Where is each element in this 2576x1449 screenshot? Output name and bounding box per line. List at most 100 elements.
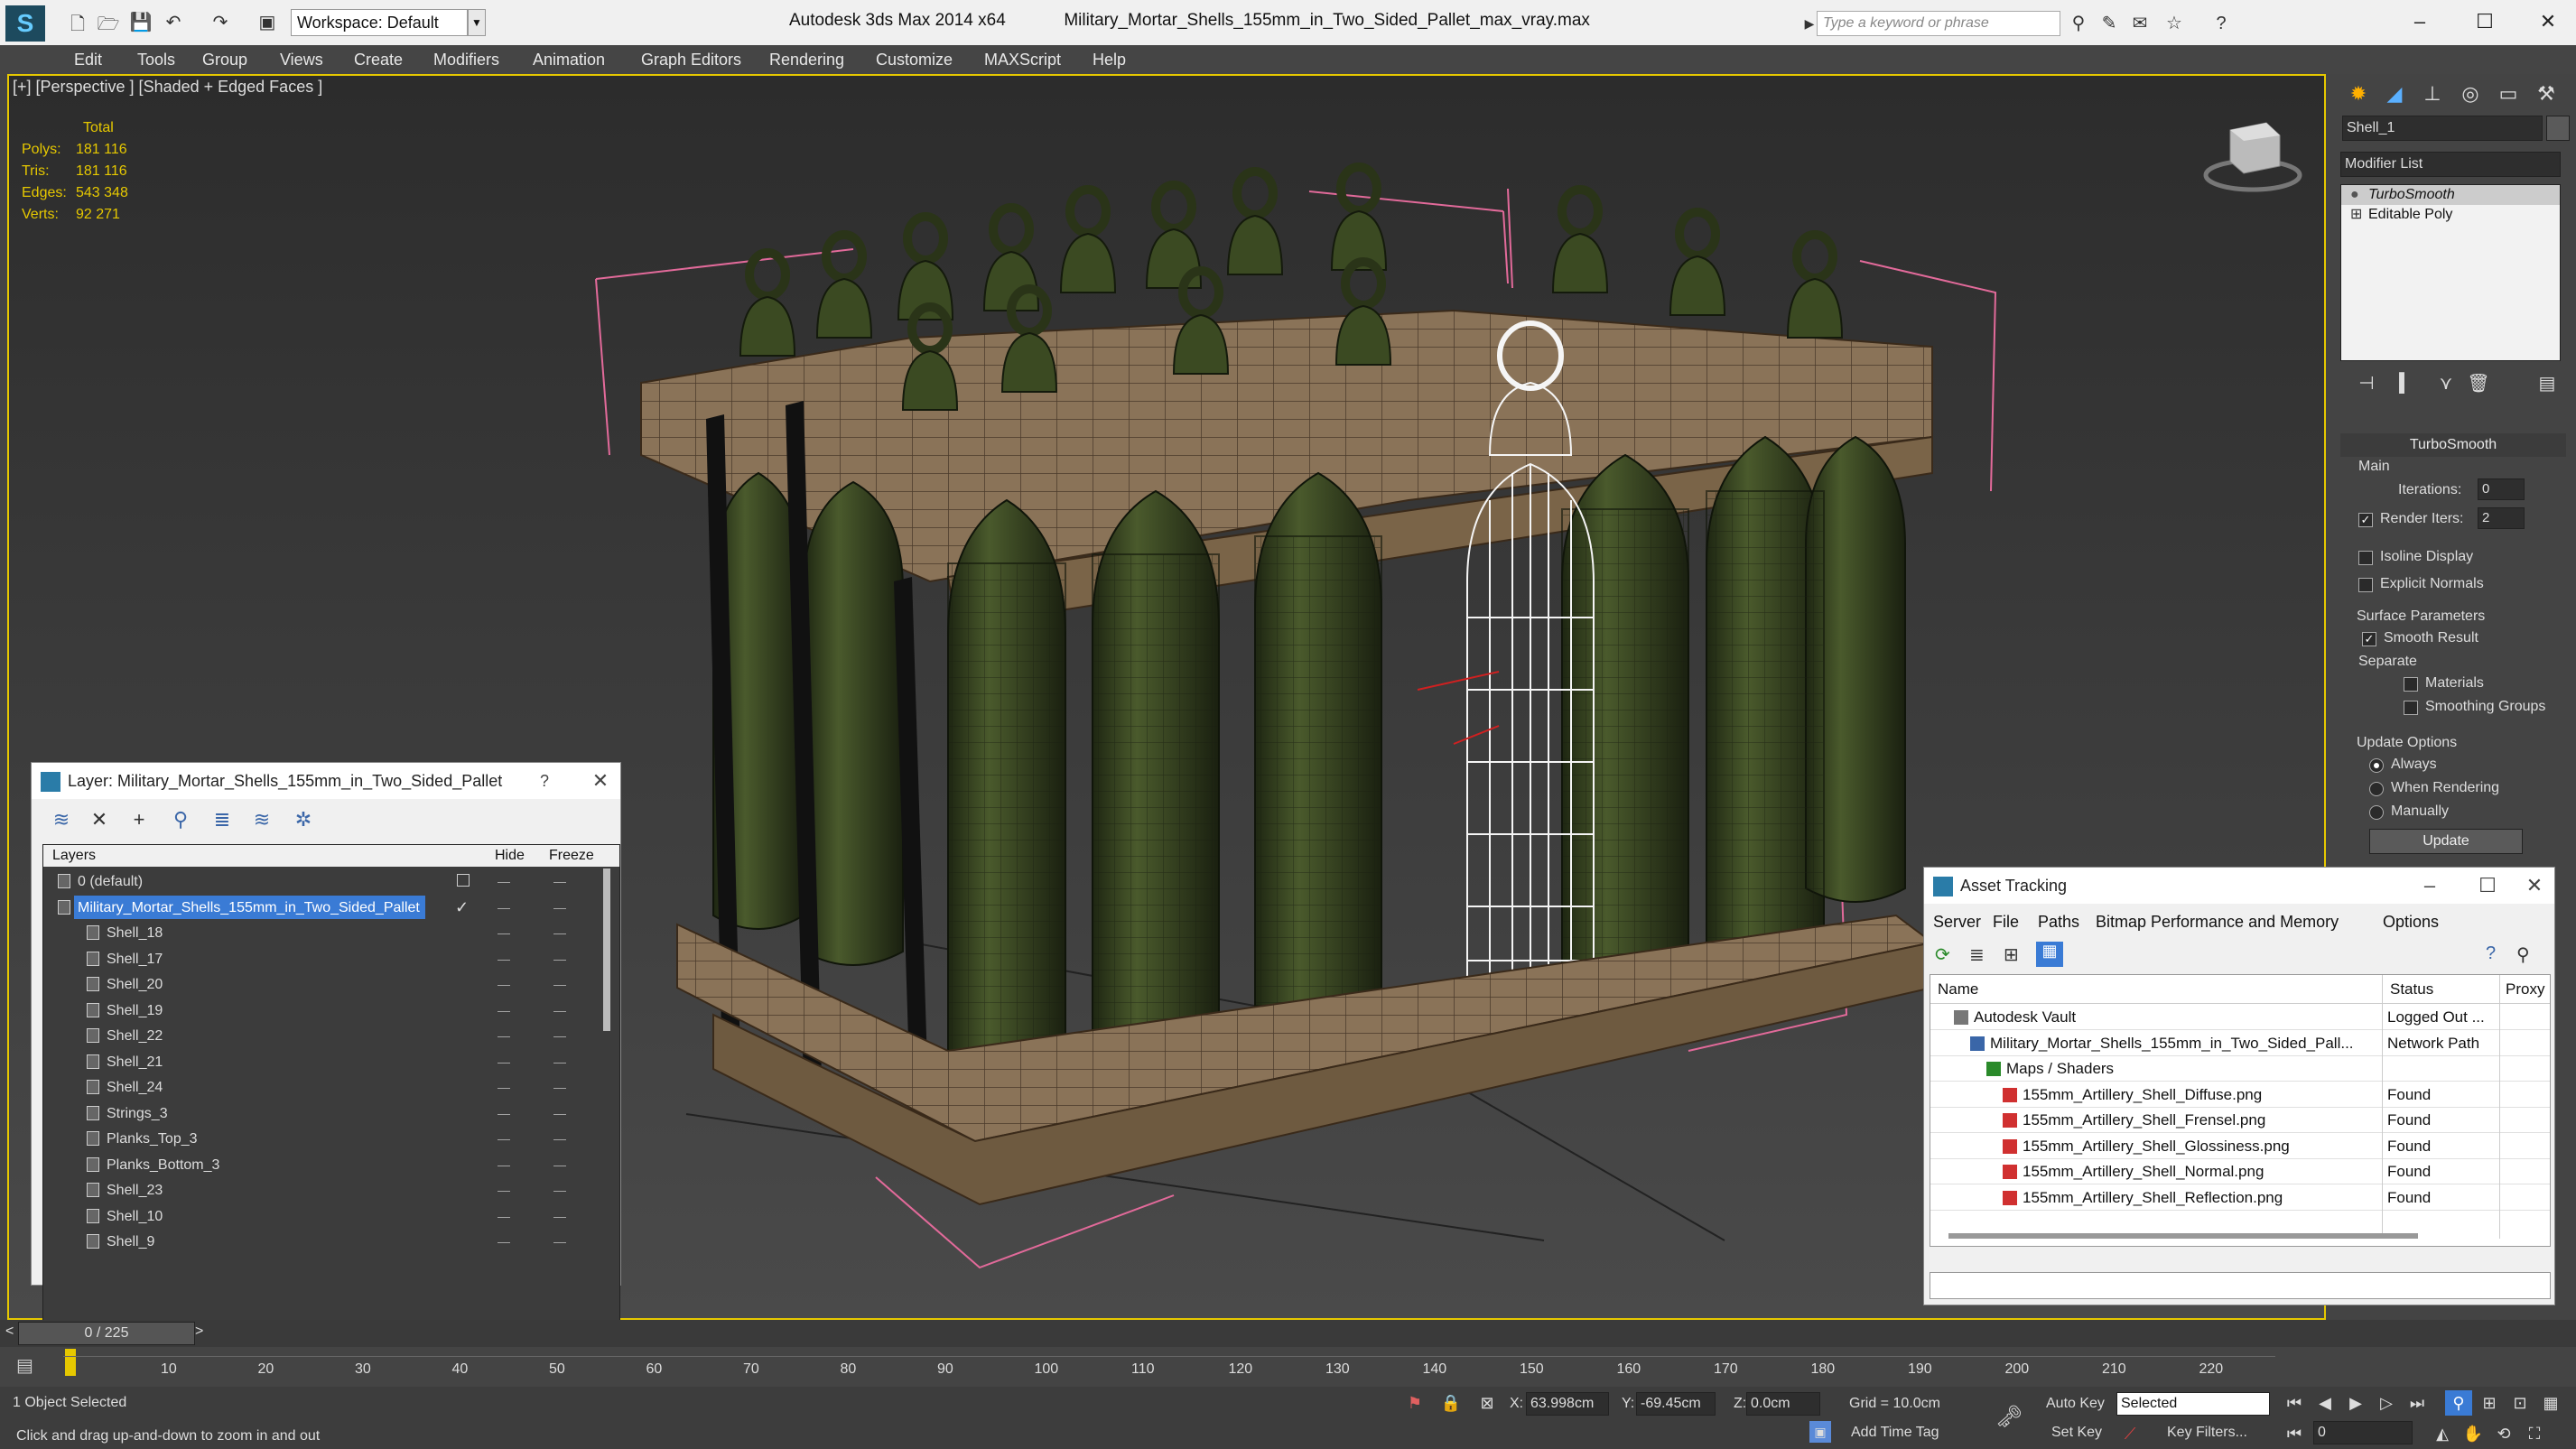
maximize-viewport-icon[interactable]: ⛶	[2521, 1421, 2548, 1446]
asset-hscrollbar[interactable]	[1948, 1233, 2418, 1239]
hierarchy-tab-icon[interactable]: ⊥	[2416, 78, 2449, 110]
freeze-toggle[interactable]: —	[551, 1023, 569, 1048]
configure-sets-icon[interactable]: ▤	[2534, 370, 2561, 397]
current-frame-field[interactable]: 0	[2313, 1421, 2413, 1444]
object-color-swatch[interactable]	[2546, 116, 2570, 141]
smooth-result-checkbox[interactable]: ✓	[2362, 632, 2376, 646]
refresh-icon[interactable]: ⟳	[1935, 943, 1957, 965]
open-file-icon[interactable]: 🗁	[96, 11, 121, 34]
bulb-icon[interactable]: ●	[2350, 185, 2359, 205]
hide-all-layers-icon[interactable]: ≋	[248, 806, 275, 833]
zoom-extents-all-icon[interactable]: ▦	[2537, 1390, 2564, 1416]
hide-toggle[interactable]: —	[495, 998, 513, 1023]
layer-row[interactable]: 0 (default) — —	[43, 868, 603, 894]
orbit-icon[interactable]: ⟲	[2490, 1421, 2517, 1446]
new-file-icon[interactable]: 🗋	[65, 11, 90, 34]
current-frame-marker[interactable]	[65, 1349, 76, 1376]
layer-row[interactable]: Shell_10 — —	[43, 1203, 603, 1229]
manually-radio[interactable]	[2369, 805, 2384, 820]
explicit-normals-checkbox[interactable]	[2358, 578, 2373, 592]
list-view-icon[interactable]: ≣	[1969, 943, 1991, 965]
modifier-stack[interactable]: ● TurboSmooth ⊞ Editable Poly	[2340, 184, 2561, 361]
asset-row[interactable]: 155mm_Artillery_Shell_Frensel.png Found	[1930, 1107, 2550, 1133]
asset-menu-file[interactable]: File	[1993, 913, 2019, 932]
show-end-result-icon[interactable]: ▍	[2393, 370, 2420, 397]
stack-item-editable-poly[interactable]: ⊞ Editable Poly	[2341, 205, 2560, 225]
hide-toggle[interactable]: —	[495, 868, 513, 894]
freeze-toggle[interactable]: —	[551, 1177, 569, 1203]
asset-pin-icon[interactable]: ⚲	[2516, 943, 2530, 966]
hide-toggle[interactable]: —	[495, 1229, 513, 1254]
layer-row[interactable]: Shell_23 — —	[43, 1177, 603, 1203]
col-proxy[interactable]: Proxy	[2499, 975, 2544, 1004]
layer-row-label[interactable]: Shell_10	[103, 1204, 168, 1228]
tree-view-icon[interactable]: ⊞	[2004, 943, 2025, 965]
menu-group[interactable]: Group	[202, 51, 247, 70]
undo-icon[interactable]: ↶	[161, 11, 186, 34]
x-coord-field[interactable]: 63.998cm	[1526, 1392, 1609, 1416]
next-frame-icon[interactable]: ▷	[2373, 1390, 2400, 1416]
remove-modifier-icon[interactable]: 🗑	[2465, 370, 2492, 397]
asset-row[interactable]: 155mm_Artillery_Shell_Normal.png Found	[1930, 1158, 2550, 1184]
time-slider-thumb[interactable]: 0 / 225	[18, 1322, 195, 1345]
add-to-layer-icon[interactable]: +	[126, 806, 153, 833]
set-key-button[interactable]: Set Key	[2051, 1425, 2102, 1441]
create-tab-icon[interactable]: ✹	[2342, 78, 2375, 110]
time-prev-icon[interactable]: <	[5, 1324, 14, 1340]
time-tag-icon[interactable]: ▣	[1809, 1421, 1831, 1443]
selection-lock-icon[interactable]: 🔒	[1437, 1390, 1465, 1416]
asset-row[interactable]: 155mm_Artillery_Shell_Diffuse.png Found	[1930, 1082, 2550, 1108]
layer-row-label[interactable]: Planks_Bottom_3	[103, 1153, 225, 1176]
layer-row-label[interactable]: Shell_23	[103, 1178, 168, 1202]
project-folder-icon[interactable]: ▣	[255, 11, 280, 34]
time-next-icon[interactable]: >	[195, 1324, 203, 1340]
make-unique-icon[interactable]: ⋎	[2432, 370, 2460, 397]
layer-row[interactable]: Shell_18 — —	[43, 920, 603, 945]
set-key-mode-icon[interactable]: 🗝	[1995, 1405, 2023, 1430]
turbosmooth-rollout-header[interactable]: TurboSmooth	[2340, 433, 2566, 457]
freeze-toggle[interactable]: —	[551, 971, 569, 997]
binoculars-icon[interactable]: ⚲	[2066, 11, 2091, 36]
track-bar[interactable]: ▤ 10 20 30 40 50 60 70 80 90 100 110 120 130 140 150 16…	[0, 1347, 2576, 1387]
menu-customize[interactable]: Customize	[876, 51, 953, 70]
create-layer-icon[interactable]: ≋	[48, 806, 75, 833]
add-time-tag[interactable]: Add Time Tag	[1851, 1425, 1939, 1441]
pin-stack-icon[interactable]: ⊣	[2353, 370, 2380, 397]
subscription-icon[interactable]: ✎	[2097, 11, 2122, 36]
minimize-button[interactable]: –	[2400, 7, 2440, 36]
search-input[interactable]: Type a keyword or phrase	[1817, 11, 2060, 36]
update-button[interactable]: Update	[2369, 829, 2523, 854]
layer-help-button[interactable]: ?	[526, 763, 563, 799]
utilities-tab-icon[interactable]: ⚒	[2530, 78, 2562, 110]
hide-toggle[interactable]: —	[495, 946, 513, 971]
iterations-spinner[interactable]: 0	[2478, 478, 2525, 500]
freeze-toggle[interactable]: —	[551, 1203, 569, 1229]
hide-toggle[interactable]: —	[495, 971, 513, 997]
layer-row[interactable]: Shell_19 — —	[43, 998, 603, 1023]
modifier-list-dropdown[interactable]: Modifier List	[2340, 152, 2561, 177]
layer-row-label[interactable]: Shell_24	[103, 1075, 168, 1099]
app-logo-icon[interactable]: S	[5, 5, 45, 42]
asset-help-icon[interactable]: ?	[2486, 943, 2496, 964]
menu-edit[interactable]: Edit	[74, 51, 102, 70]
freeze-toggle[interactable]: —	[551, 946, 569, 971]
plus-icon[interactable]: ⊞	[2350, 205, 2362, 225]
isoline-checkbox[interactable]	[2358, 551, 2373, 565]
col-status[interactable]: Status	[2382, 975, 2433, 1004]
help-icon[interactable]: ?	[2209, 11, 2234, 36]
key-filters-button[interactable]: Key Filters...	[2167, 1425, 2247, 1441]
freeze-all-layers-icon[interactable]: ✲	[290, 806, 317, 833]
hide-toggle[interactable]: —	[495, 1126, 513, 1151]
layer-row-label[interactable]: Military_Mortar_Shells_155mm_in_Two_Side…	[74, 895, 425, 919]
layer-row[interactable]: Shell_20 — —	[43, 971, 603, 997]
mini-curve-editor-icon[interactable]: ▤	[16, 1354, 43, 1378]
hide-toggle[interactable]: —	[495, 920, 513, 945]
always-radio[interactable]	[2369, 758, 2384, 773]
auto-key-button[interactable]: Auto Key	[2046, 1396, 2105, 1412]
asset-menu-bitmap[interactable]: Bitmap Performance and Memory	[2096, 913, 2339, 932]
layer-row[interactable]: Shell_24 — —	[43, 1074, 603, 1100]
freeze-toggle[interactable]: —	[551, 1152, 569, 1177]
set-keys-icon[interactable]: ⟋	[2116, 1421, 2144, 1446]
stack-item-turbosmooth[interactable]: ● TurboSmooth	[2341, 185, 2560, 205]
table-view-icon[interactable]: ▦	[2036, 942, 2063, 967]
